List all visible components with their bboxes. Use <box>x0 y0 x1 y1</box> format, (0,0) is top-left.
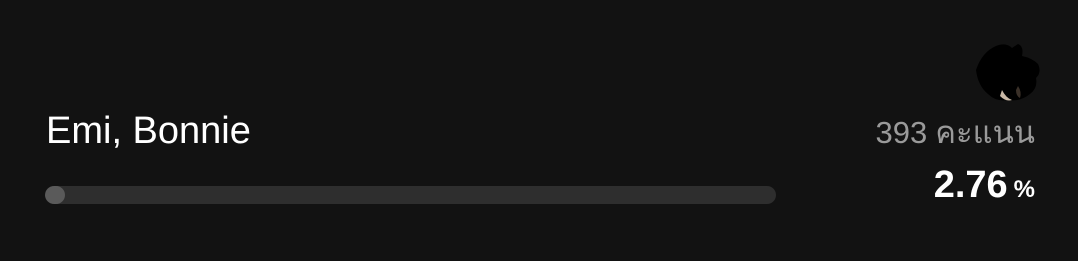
vote-progress-bar <box>45 186 776 204</box>
vote-count: 393 คะแนน <box>876 114 1036 152</box>
vote-percent-value: 2.76 <box>933 164 1008 206</box>
vote-percent: 2.76% <box>934 163 1035 207</box>
option-name: Emi, Bonnie <box>46 110 251 152</box>
vote-progress-fill <box>45 186 66 204</box>
vote-percent-sign: % <box>1013 176 1035 203</box>
poll-option[interactable]: Emi, Bonnie 393 คะแนน 2.76% <box>0 0 1078 261</box>
vote-count-unit: คะแนน <box>935 115 1035 150</box>
vote-count-number: 393 <box>875 115 928 150</box>
cat-sticker-icon <box>966 40 1046 106</box>
